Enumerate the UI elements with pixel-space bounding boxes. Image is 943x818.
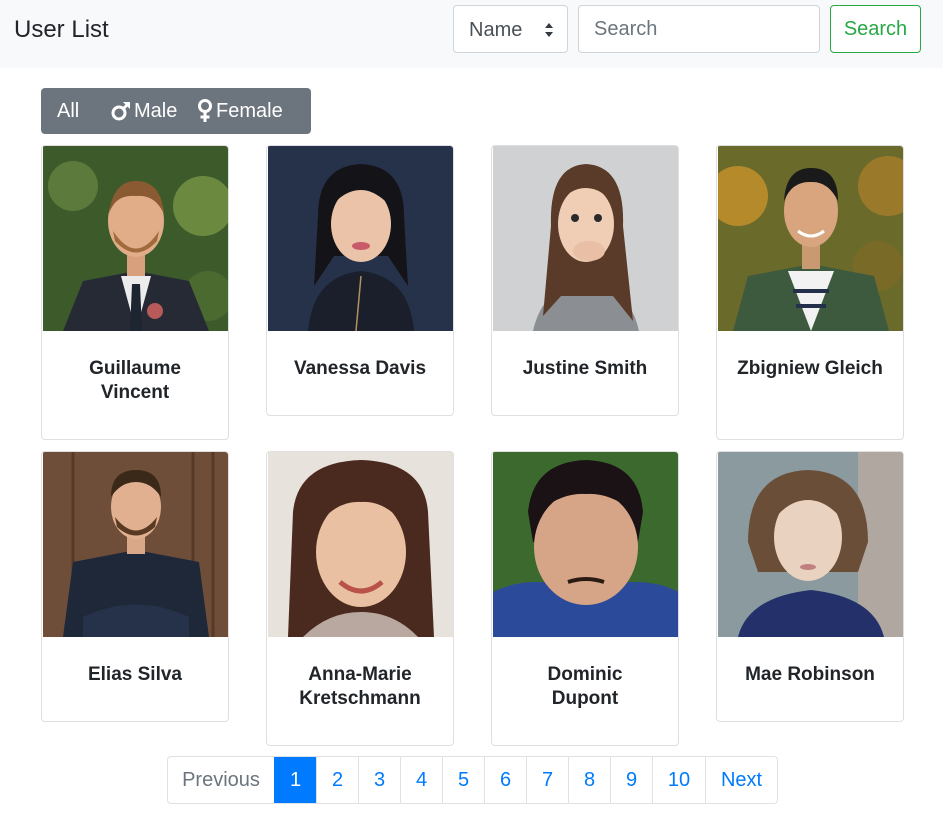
pagination-page-7[interactable]: 7	[526, 757, 568, 803]
gender-filter: All Male Female	[41, 88, 311, 134]
filter-female-label: Female	[216, 99, 283, 122]
pagination-page-6[interactable]: 6	[484, 757, 526, 803]
user-photo	[268, 452, 453, 637]
pagination-page-9[interactable]: 9	[610, 757, 652, 803]
user-card[interactable]: Elias Silva	[41, 451, 229, 722]
user-card[interactable]: Anna-Marie Kretschmann	[266, 451, 454, 746]
user-name: Anna-Marie Kretschmann	[299, 664, 421, 709]
male-icon	[111, 101, 131, 121]
pagination-previous[interactable]: Previous	[168, 757, 274, 803]
user-name: Mae Robinson	[745, 664, 875, 685]
filter-all-button[interactable]: All	[41, 88, 96, 134]
search-button[interactable]: Search	[830, 5, 921, 53]
pagination-next[interactable]: Next	[705, 757, 777, 803]
user-card[interactable]: Mae Robinson	[716, 451, 904, 722]
pagination: Previous 1 2 3 4 5 6 7 8 9 10 Next	[167, 756, 778, 804]
user-photo	[493, 452, 678, 637]
user-photo	[493, 146, 678, 331]
user-photo	[43, 452, 228, 637]
female-icon	[198, 99, 212, 122]
sort-select-value: Name	[469, 19, 523, 41]
filter-male-button[interactable]: Male	[96, 88, 186, 134]
pagination-page-8[interactable]: 8	[568, 757, 610, 803]
user-name: Justine Smith	[522, 358, 648, 379]
user-name: Vanessa Davis	[293, 358, 427, 379]
filter-female-button[interactable]: Female	[186, 88, 283, 134]
sort-caret-icon	[545, 23, 553, 37]
user-photo	[718, 452, 903, 637]
pagination-page-1[interactable]: 1	[274, 757, 316, 803]
user-card[interactable]: Vanessa Davis	[266, 145, 454, 416]
filter-male-label: Male	[134, 99, 178, 122]
user-photo	[268, 146, 453, 331]
user-photo	[43, 146, 228, 331]
pagination-page-3[interactable]: 3	[358, 757, 400, 803]
user-name: Zbigniew Gleich	[737, 358, 883, 379]
user-name: Guillaume Vincent	[89, 358, 181, 403]
pagination-page-2[interactable]: 2	[316, 757, 358, 803]
user-card[interactable]: Justine Smith	[491, 145, 679, 416]
pagination-page-4[interactable]: 4	[400, 757, 442, 803]
page-title: User List	[14, 16, 109, 43]
user-name: Elias Silva	[87, 664, 182, 685]
pagination-page-5[interactable]: 5	[442, 757, 484, 803]
navbar: User List Name Search	[0, 0, 943, 68]
user-card[interactable]: Guillaume Vincent	[41, 145, 229, 440]
sort-select[interactable]: Name	[453, 5, 568, 53]
user-photo	[718, 146, 903, 331]
pagination-page-10[interactable]: 10	[652, 757, 705, 803]
user-card[interactable]: Dominic Dupont	[491, 451, 679, 746]
user-card[interactable]: Zbigniew Gleich	[716, 145, 904, 440]
search-input[interactable]	[578, 5, 820, 53]
user-name: Dominic Dupont	[547, 664, 623, 709]
filter-all-label: All	[57, 99, 80, 122]
